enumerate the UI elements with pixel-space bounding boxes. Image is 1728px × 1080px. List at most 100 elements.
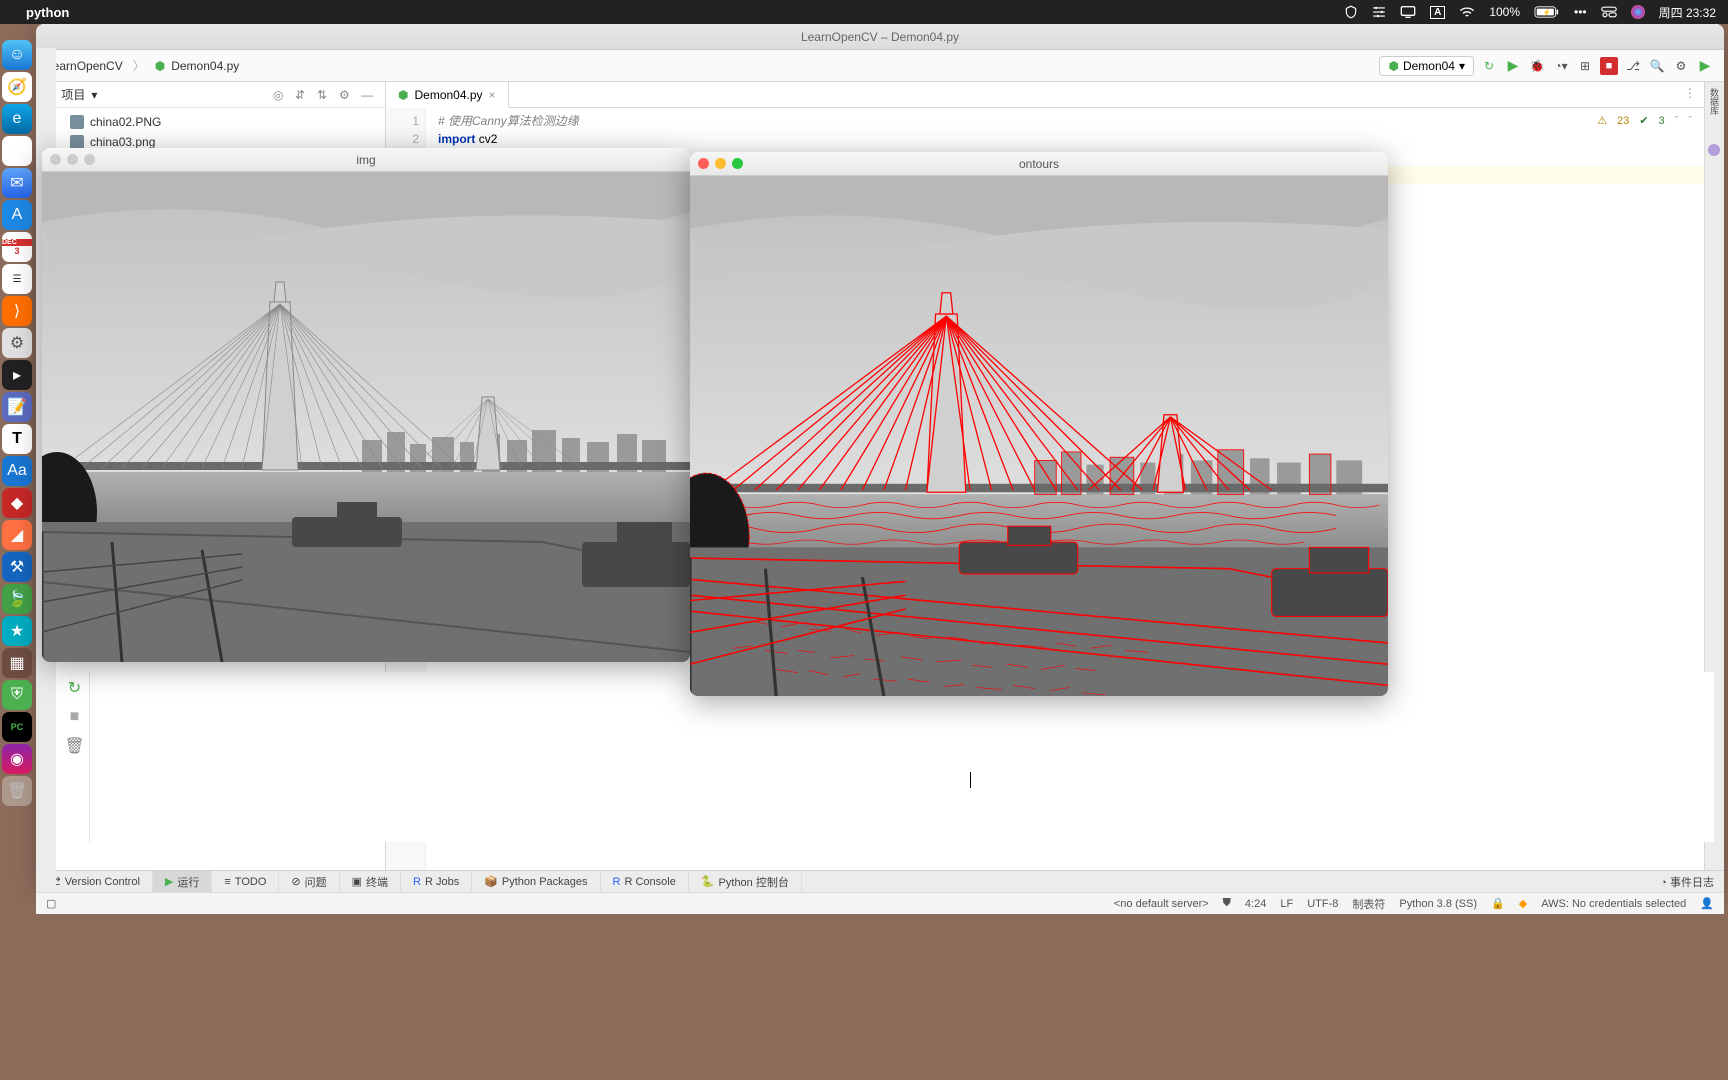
- minimize-window-icon[interactable]: [715, 158, 726, 169]
- dock-store[interactable]: A: [2, 200, 32, 230]
- dock-app3[interactable]: ★: [2, 616, 32, 646]
- dock-notes[interactable]: 📝: [2, 392, 32, 422]
- database-tool-tab[interactable]: 数据库: [1708, 88, 1721, 115]
- stop-icon[interactable]: ■: [70, 708, 80, 726]
- dock-typora[interactable]: T: [2, 424, 32, 454]
- project-panel-header[interactable]: ▣ 项目 ▾ ◎ ⇵ ⇅ ⚙ —: [36, 82, 385, 108]
- dock-calendar[interactable]: DEC3: [2, 232, 32, 262]
- coverage-icon[interactable]: ◔▾: [1552, 57, 1570, 75]
- status-server[interactable]: <no default server>: [1114, 898, 1209, 910]
- display-icon[interactable]: [1400, 5, 1416, 19]
- warning-icon: ⚠: [1597, 112, 1607, 130]
- dock-app1[interactable]: ◆: [2, 488, 32, 518]
- ellipsis-icon[interactable]: •••: [1574, 5, 1587, 19]
- dock-finder[interactable]: ☺: [2, 40, 32, 70]
- dock-settings[interactable]: ⚙: [2, 328, 32, 358]
- event-log-button[interactable]: ◔ 事件日志: [1660, 874, 1724, 890]
- expand-icon[interactable]: ⇅: [317, 88, 333, 102]
- toggles-icon[interactable]: [1372, 5, 1386, 19]
- chevron-up-icon[interactable]: ˆ: [1675, 112, 1679, 130]
- image-window-titlebar[interactable]: img: [42, 148, 690, 172]
- play-icon: ▶: [165, 875, 173, 888]
- wifi-icon[interactable]: [1459, 6, 1475, 18]
- gear-icon[interactable]: ⚙: [339, 88, 355, 102]
- profile-icon[interactable]: ⊞: [1576, 57, 1594, 75]
- opencv-image-window-ontours[interactable]: ontours: [690, 152, 1388, 696]
- dock-reminders[interactable]: ☰: [2, 264, 32, 294]
- run-console-output[interactable]: [90, 672, 1714, 842]
- dock-app6[interactable]: ◉: [2, 744, 32, 774]
- avatar-icon[interactable]: [1708, 144, 1720, 156]
- target-icon[interactable]: ◎: [273, 88, 289, 102]
- window-icon[interactable]: ▢: [46, 897, 56, 910]
- dock-pycharm[interactable]: PC: [2, 712, 32, 742]
- zoom-window-icon[interactable]: [732, 158, 743, 169]
- clock-datetime[interactable]: 周四 23:32: [1659, 4, 1716, 21]
- file-item[interactable]: china02.PNG: [36, 112, 385, 132]
- search-icon[interactable]: 🔍: [1648, 57, 1666, 75]
- dock-dictionary[interactable]: Aa: [2, 456, 32, 486]
- run-icon[interactable]: ▶: [1504, 57, 1522, 75]
- control-center-icon[interactable]: [1601, 6, 1617, 18]
- bottom-tab-run[interactable]: ▶运行: [153, 871, 212, 892]
- tab-options-icon[interactable]: ⋮: [1676, 82, 1704, 107]
- traffic-lights[interactable]: [698, 158, 743, 169]
- dock-edge[interactable]: e: [2, 104, 32, 134]
- stop-icon[interactable]: ■: [1600, 57, 1618, 75]
- debug-icon[interactable]: 🐞: [1528, 57, 1546, 75]
- dock-matlab[interactable]: ◢: [2, 520, 32, 550]
- git-icon[interactable]: ⎇: [1624, 57, 1642, 75]
- bottom-tab-pypackages[interactable]: 📦Python Packages: [472, 871, 600, 892]
- hide-panel-icon[interactable]: —: [361, 88, 377, 102]
- run-config-selector[interactable]: ⬢ Demon04 ▾: [1379, 56, 1474, 76]
- trash-icon[interactable]: 🗑: [64, 736, 84, 756]
- bottom-tab-rjobs[interactable]: RR Jobs: [401, 871, 472, 892]
- aws-icon[interactable]: ◆: [1519, 897, 1527, 910]
- bottom-tab-rconsole[interactable]: RR Console: [601, 871, 689, 892]
- shield-icon[interactable]: ⛊: [1223, 897, 1231, 910]
- editor-tab[interactable]: ⬢ Demon04.py ×: [386, 82, 509, 108]
- lock-icon[interactable]: 🔒: [1491, 897, 1505, 910]
- chevron-down-icon[interactable]: ˇ: [1688, 112, 1692, 130]
- rerun-icon[interactable]: ↻: [68, 678, 81, 698]
- settings-gear-icon[interactable]: ⚙: [1672, 57, 1690, 75]
- reload-icon[interactable]: ↻: [1480, 57, 1498, 75]
- dock-swift[interactable]: ⟩: [2, 296, 32, 326]
- breadcrumb-file[interactable]: Demon04.py: [171, 59, 239, 73]
- person-icon[interactable]: 👤: [1700, 897, 1714, 910]
- status-indent[interactable]: 制表符: [1352, 896, 1385, 912]
- dock-app5[interactable]: ⛨: [2, 680, 32, 710]
- image-window-titlebar[interactable]: ontours: [690, 152, 1388, 176]
- battery-icon[interactable]: ⚡: [1534, 6, 1560, 18]
- status-caret-pos[interactable]: 4:24: [1245, 898, 1266, 910]
- status-encoding[interactable]: UTF-8: [1307, 898, 1338, 910]
- bottom-tab-pyconsole[interactable]: 🐍Python 控制台: [689, 871, 802, 892]
- dock-terminal[interactable]: ▸: [2, 360, 32, 390]
- dock-chrome[interactable]: ◉: [2, 136, 32, 166]
- breadcrumb-project[interactable]: LearnOpenCV: [46, 59, 123, 73]
- status-line-sep[interactable]: LF: [1280, 898, 1293, 910]
- dock-app4[interactable]: ▦: [2, 648, 32, 678]
- active-app-name[interactable]: python: [26, 5, 69, 20]
- bottom-tab-todo[interactable]: ≡TODO: [212, 871, 279, 892]
- bottom-tab-problems[interactable]: ⊘问题: [279, 871, 339, 892]
- dock-app2[interactable]: 🍃: [2, 584, 32, 614]
- bottom-tab-terminal[interactable]: ▣终端: [340, 871, 401, 892]
- close-window-icon[interactable]: [698, 158, 709, 169]
- ide-titlebar[interactable]: LearnOpenCV – Demon04.py: [36, 24, 1724, 50]
- close-tab-icon[interactable]: ×: [489, 88, 496, 102]
- status-interpreter[interactable]: Python 3.8 (SS): [1399, 898, 1477, 910]
- siri-icon[interactable]: [1631, 5, 1645, 19]
- shield-icon[interactable]: [1344, 5, 1358, 19]
- inspection-widget[interactable]: ⚠23 ✔3 ˆ ˇ: [1597, 112, 1692, 130]
- opencv-image-window-img[interactable]: img: [42, 148, 690, 662]
- run-anything-icon[interactable]: ▶: [1696, 57, 1714, 75]
- dock-trash[interactable]: 🗑: [2, 776, 32, 806]
- battery-percent[interactable]: 100%: [1489, 5, 1520, 19]
- input-menu-icon[interactable]: A: [1430, 6, 1445, 19]
- dock-mail[interactable]: ✉: [2, 168, 32, 198]
- status-aws[interactable]: AWS: No credentials selected: [1541, 898, 1686, 910]
- dock-xcode[interactable]: ⚒: [2, 552, 32, 582]
- dock-safari[interactable]: 🧭: [2, 72, 32, 102]
- collapse-icon[interactable]: ⇵: [295, 88, 311, 102]
